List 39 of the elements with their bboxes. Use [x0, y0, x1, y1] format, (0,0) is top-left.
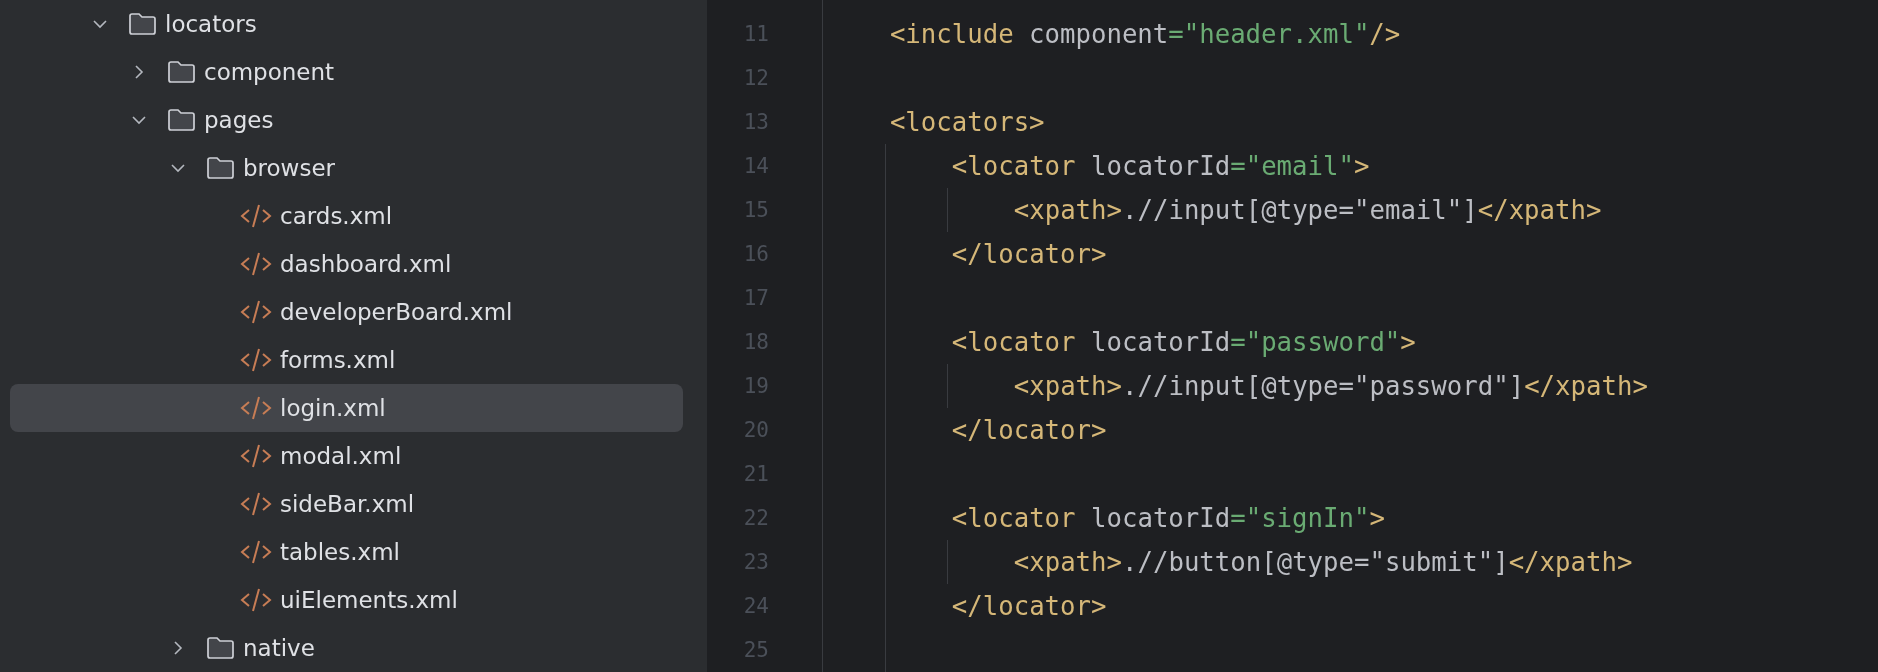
code-line: <xpath>.//input[@type="email"]</xpath> — [1013, 195, 1602, 225]
code-line: <locator locatorId="password"> — [951, 327, 1416, 357]
code-file-icon — [240, 491, 272, 517]
tree-item[interactable]: tables.xml — [10, 528, 683, 576]
code-file-icon — [240, 539, 272, 565]
code-file-icon — [240, 395, 272, 421]
code-line: <xpath>.//input[@type="password"]</xpath> — [1013, 371, 1648, 401]
tree-item[interactable]: dashboard.xml — [10, 240, 683, 288]
code-line: <locators> — [889, 107, 1045, 137]
code-file-icon — [240, 347, 272, 373]
folder-icon — [128, 12, 157, 36]
selected-tree-item[interactable]: login.xml — [10, 384, 683, 432]
tree-item[interactable]: sideBar.xml — [10, 480, 683, 528]
tree-item[interactable]: forms.xml — [10, 336, 683, 384]
tree-item[interactable]: uiElements.xml — [10, 576, 683, 624]
tree-item[interactable]: cards.xml — [10, 192, 683, 240]
tree-item[interactable]: component — [10, 48, 683, 96]
code-line: </locator> — [951, 239, 1107, 269]
code-line: <locator locatorId="signIn"> — [951, 503, 1385, 533]
code-line: <locator locatorId="email"> — [951, 151, 1370, 181]
tree-item[interactable]: pages — [10, 96, 683, 144]
folder-icon — [167, 60, 196, 84]
code-file-icon — [240, 299, 272, 325]
tree-item[interactable]: native — [10, 624, 683, 672]
code-line: </locator> — [951, 591, 1107, 621]
tree-item[interactable]: developerBoard.xml — [10, 288, 683, 336]
tree-item[interactable]: browser — [10, 144, 683, 192]
code-line: </locator> — [951, 415, 1107, 445]
folder-icon — [206, 636, 235, 660]
code-line: <xpath>.//button[@type="submit"]</xpath> — [1013, 547, 1633, 577]
code-file-icon — [240, 203, 272, 229]
folder-icon — [167, 108, 196, 132]
tree-item[interactable]: locators — [10, 0, 683, 48]
code-file-icon — [240, 251, 272, 277]
code-file-icon — [240, 587, 272, 613]
tree-item[interactable]: modal.xml — [10, 432, 683, 480]
folder-icon — [206, 156, 235, 180]
code-line: <include component="header.xml"/> — [889, 19, 1401, 49]
code-file-icon — [240, 443, 272, 469]
